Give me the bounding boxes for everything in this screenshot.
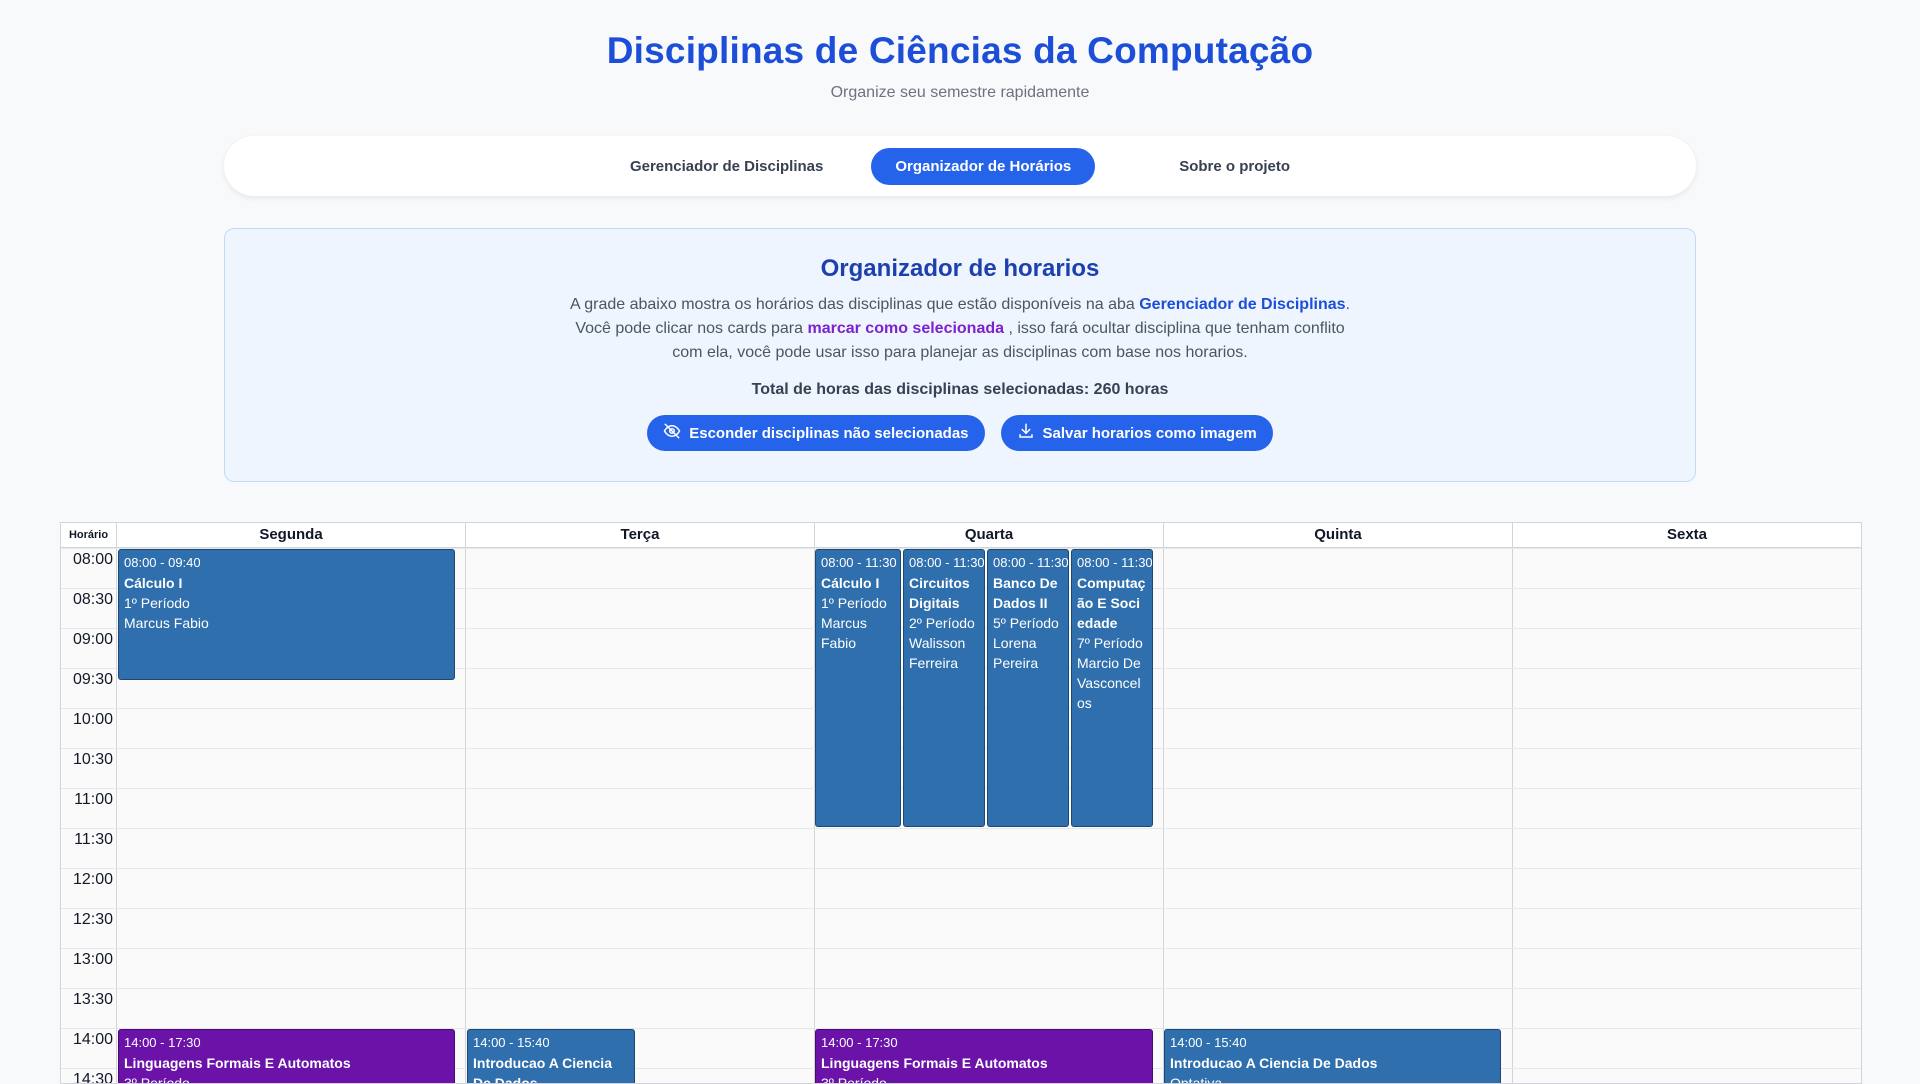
time-row-line	[61, 988, 1861, 989]
time-label: 10:00	[72, 711, 113, 728]
day-header-quarta: Quarta	[815, 523, 1164, 548]
time-row-line	[61, 868, 1861, 869]
day-header-segunda: Segunda	[117, 523, 466, 548]
course-card[interactable]: 08:00 - 11:30 Cálculo I 1º Período Marcu…	[815, 549, 901, 827]
course-card[interactable]: 08:00 - 09:40 Cálculo I 1º Período Marcu…	[118, 549, 455, 680]
time-label: 11:00	[74, 791, 113, 808]
time-label: 10:30	[72, 751, 113, 768]
day-header-sexta: Sexta	[1513, 523, 1861, 548]
tab-organizador[interactable]: Organizador de Horários	[871, 147, 1096, 185]
card-period: 5º Período	[993, 615, 1059, 631]
time-label: 13:30	[72, 991, 113, 1008]
column-divider	[1512, 523, 1513, 1083]
card-name: Introducao A Ciencia De Dados	[1170, 1055, 1378, 1071]
time-label: 09:30	[72, 671, 113, 688]
card-period: 7º Período	[1077, 635, 1143, 651]
time-row-line	[61, 908, 1861, 909]
time-label: 14:30	[72, 1071, 113, 1084]
course-card[interactable]: 14:00 - 17:30 Linguagens Formais E Autom…	[815, 1029, 1153, 1083]
time-label: 14:00	[72, 1031, 113, 1048]
time-label: 13:00	[72, 951, 113, 968]
card-name: Cálculo I	[124, 575, 183, 591]
save-image-label: Salvar horarios como imagem	[1042, 424, 1257, 442]
card-period: 1º Período	[821, 595, 887, 611]
gerenciador-link[interactable]: Gerenciador de Disciplinas	[1139, 296, 1345, 313]
card-time: 08:00 - 09:40	[124, 555, 201, 570]
card-name: Circuitos Digitais	[909, 575, 970, 611]
column-divider	[1163, 523, 1164, 1083]
card-period: 2º Período	[909, 615, 975, 631]
time-label: 11:30	[74, 831, 113, 848]
time-label: 12:00	[72, 871, 113, 888]
card-professor: Marcio De Vasconcelos	[1077, 655, 1141, 711]
day-header-terca: Terça	[466, 523, 815, 548]
card-period: 1º Período	[124, 595, 190, 611]
course-card[interactable]: 14:00 - 17:30 Linguagens Formais E Autom…	[118, 1029, 455, 1083]
card-time: 14:00 - 17:30	[821, 1035, 898, 1050]
card-time: 14:00 - 17:30	[124, 1035, 201, 1050]
course-card[interactable]: 08:00 - 11:30 Banco De Dados II 5º Perío…	[987, 549, 1069, 827]
card-professor: Walisson Ferreira	[909, 635, 966, 671]
card-name: Linguagens Formais E Automatos	[124, 1055, 351, 1071]
card-time: 08:00 - 11:30	[993, 555, 1069, 570]
time-label: 08:00	[72, 551, 113, 568]
schedule-grid: Horário Segunda Terça Quarta Quinta Sext…	[60, 522, 1862, 1084]
card-name: Introducao A Ciencia De Dados	[473, 1055, 612, 1084]
time-label: 08:30	[72, 591, 113, 608]
card-time: 08:00 - 11:30	[1077, 555, 1153, 570]
info-panel: Organizador de horarios A grade abaixo m…	[224, 228, 1696, 482]
card-professor: Lorena Pereira	[993, 635, 1039, 671]
total-hours: Total de horas das disciplinas seleciona…	[751, 381, 1169, 398]
eye-off-icon	[663, 422, 681, 444]
tab-gerenciador[interactable]: Gerenciador de Disciplinas	[606, 148, 847, 185]
save-image-button[interactable]: Salvar horarios como imagem	[1000, 415, 1273, 451]
info-title: Organizador de horarios	[820, 255, 1100, 282]
column-divider	[465, 523, 466, 1083]
time-label: 12:30	[72, 911, 113, 928]
day-header-quinta: Quinta	[1164, 523, 1513, 548]
time-row-line	[61, 948, 1861, 949]
hide-unselected-label: Esconder disciplinas não selecionadas	[689, 424, 969, 442]
card-professor: Marcus Fabio	[821, 615, 867, 651]
desc-text-1: A grade abaixo mostra os horários das di…	[570, 296, 1140, 313]
card-name: Linguagens Formais E Automatos	[821, 1055, 1048, 1071]
info-description: A grade abaixo mostra os horários das di…	[570, 293, 1350, 365]
card-time: 14:00 - 15:40	[473, 1035, 550, 1050]
course-card[interactable]: 08:00 - 11:30 Circuitos Digitais 2º Perí…	[903, 549, 985, 827]
page-subtitle: Organize seu semestre rapidamente	[830, 84, 1090, 101]
time-label: 09:00	[72, 631, 113, 648]
course-card[interactable]: 08:00 - 11:30 Computação E Sociedade 7º …	[1071, 549, 1153, 827]
course-card[interactable]: 14:00 - 15:40 Introducao A Ciencia De Da…	[1164, 1029, 1501, 1083]
card-time: 14:00 - 15:40	[1170, 1035, 1247, 1050]
tab-sobre[interactable]: Sobre o projeto	[1155, 148, 1314, 185]
hide-unselected-button[interactable]: Esconder disciplinas não selecionadas	[647, 415, 985, 451]
card-time: 08:00 - 11:30	[821, 555, 897, 570]
card-name: Banco De Dados II	[993, 575, 1058, 611]
time-row-line	[61, 828, 1861, 829]
column-divider	[116, 523, 117, 1083]
hour-column-header: Horário	[61, 523, 117, 548]
page-title: Disciplinas de Ciências da Computação	[606, 30, 1314, 71]
card-professor: Marcus Fabio	[124, 615, 209, 631]
card-time: 08:00 - 11:30	[909, 555, 985, 570]
card-name: Cálculo I	[821, 575, 880, 591]
course-card[interactable]: 14:00 - 15:40 Introducao A Ciencia De Da…	[467, 1029, 635, 1084]
main-nav: Gerenciador de Disciplinas Organizador d…	[224, 136, 1696, 196]
page-header: Disciplinas de Ciências da Computação Or…	[0, 0, 1920, 102]
marcar-highlight: marcar como selecionada	[807, 320, 1005, 337]
card-name: Computação E Sociedade	[1077, 575, 1146, 631]
download-icon	[1017, 422, 1035, 444]
